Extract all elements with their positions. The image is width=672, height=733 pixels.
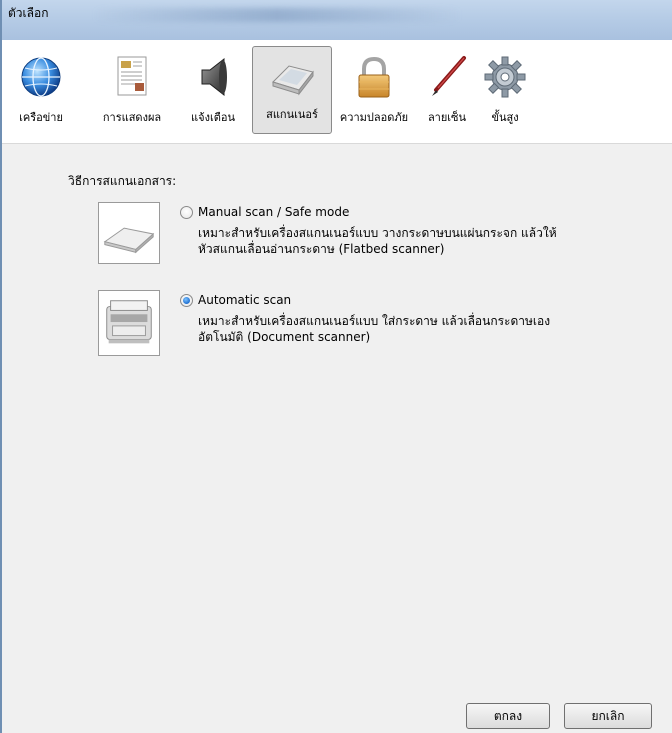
tab-advanced[interactable]: ขั้นสูง	[478, 48, 532, 140]
ok-button[interactable]: ตกลง	[466, 703, 550, 729]
manual-scan-description: เหมาะสำหรับเครื่องสแกนเนอร์แบบ วางกระดาษ…	[198, 225, 658, 257]
cancel-button[interactable]: ยกเลิก	[564, 703, 652, 729]
scanner-icon	[272, 65, 314, 96]
scan-method-heading: วิธีการสแกนเอกสาร:	[68, 174, 177, 188]
option-manual-scan[interactable]: Manual scan / Safe mode เหมาะสำหรับเครื่…	[98, 202, 658, 272]
automatic-scan-radio[interactable]	[180, 294, 193, 307]
gear-icon	[484, 56, 526, 98]
padlock-icon	[358, 56, 390, 98]
document-icon	[117, 56, 147, 96]
tab-signature[interactable]: ลายเซ็น	[416, 48, 478, 140]
tab-label: การแสดงผล	[102, 111, 162, 124]
manual-scan-radio[interactable]	[180, 206, 193, 219]
description-line: เหมาะสำหรับเครื่องสแกนเนอร์แบบ วางกระดาษ…	[198, 226, 557, 240]
manual-scan-title: Manual scan / Safe mode	[198, 205, 350, 219]
tab-display[interactable]: การแสดงผล	[92, 48, 172, 140]
tab-label: เครือข่าย	[19, 111, 63, 124]
flatbed-scanner-icon	[98, 202, 160, 264]
title-blur	[92, 8, 462, 22]
tab-security[interactable]: ความปลอดภัย	[334, 48, 414, 140]
tab-label: ลายเซ็น	[427, 111, 467, 124]
option-automatic-scan[interactable]: Automatic scan เหมาะสำหรับเครื่องสแกนเนอ…	[98, 290, 658, 360]
tab-label: แจ้งเตือน	[191, 111, 235, 124]
tab-notifications[interactable]: แจ้งเตือน	[180, 48, 246, 140]
tab-label: สแกนเนอร์	[266, 108, 318, 121]
title-bar[interactable]: ตัวเลือก	[2, 0, 672, 40]
description-line: อัตโนมัติ (Document scanner)	[198, 330, 371, 344]
options-window: ตัวเลือก เครือข่าย การแสดงผล แจ้งเตือน ส…	[0, 0, 672, 733]
automatic-scan-title: Automatic scan	[198, 293, 292, 307]
automatic-scan-description: เหมาะสำหรับเครื่องสแกนเนอร์แบบ ใส่กระดาษ…	[198, 313, 658, 345]
tab-network[interactable]: เครือข่าย	[8, 48, 74, 140]
tab-label: ความปลอดภัย	[339, 111, 409, 124]
description-line: หัวสแกนเลื่อนอ่านกระดาษ (Flatbed scanner…	[198, 242, 445, 256]
globe-icon	[21, 57, 61, 97]
options-toolbar: เครือข่าย การแสดงผล แจ้งเตือน สแกนเนอร์ …	[2, 40, 672, 144]
description-line: เหมาะสำหรับเครื่องสแกนเนอร์แบบ ใส่กระดาษ…	[198, 314, 551, 328]
scanner-settings-panel: วิธีการสแกนเอกสาร: Manual scan / Safe mo…	[2, 144, 672, 733]
window-title: ตัวเลือก	[8, 6, 49, 20]
speaker-icon	[201, 57, 227, 97]
tab-label: ขั้นสูง	[491, 111, 519, 124]
document-scanner-icon	[98, 290, 160, 356]
tab-scanner[interactable]: สแกนเนอร์	[252, 46, 332, 134]
pen-icon	[432, 56, 466, 96]
